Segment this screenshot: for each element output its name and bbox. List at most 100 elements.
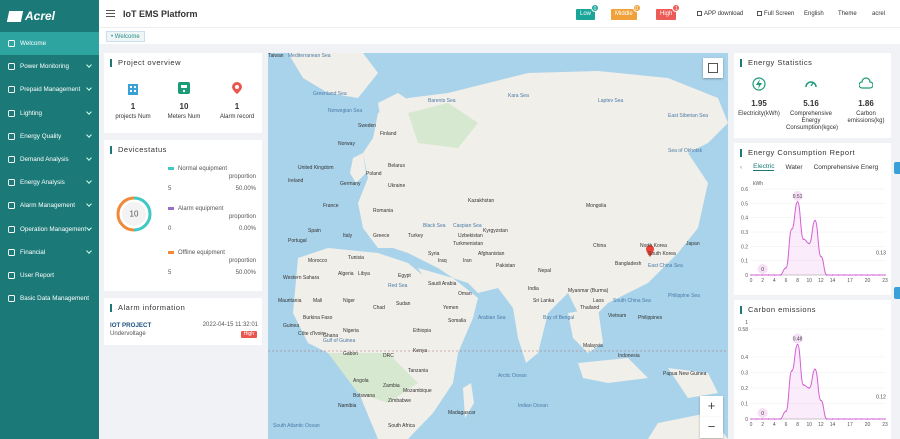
annotation-label: 0 xyxy=(761,411,764,417)
energy-report-title: Energy Consumption Report xyxy=(740,149,855,157)
map-label: South China Sea xyxy=(613,298,651,304)
wallet-icon xyxy=(7,86,15,94)
sidebar-item-prepaid-management[interactable]: Prepaid Management xyxy=(0,78,99,101)
user-menu[interactable]: acrel xyxy=(872,11,885,17)
tabs-prev-icon[interactable]: ‹ xyxy=(740,164,742,171)
tab-comprehensive[interactable]: Comprehensive Energ xyxy=(814,164,879,171)
y-tick-label: 0.2 xyxy=(741,386,748,392)
badge-low[interactable]: Low 0 xyxy=(576,4,600,20)
y-tick-label: 0.2 xyxy=(741,244,748,250)
alarm-project[interactable]: IOT PROJECT xyxy=(110,322,151,329)
theme-selector[interactable]: Theme xyxy=(838,11,857,17)
map-label: Kenya xyxy=(413,348,428,354)
device-status-label2: proportion xyxy=(228,174,256,180)
fullscreen-icon xyxy=(757,11,762,16)
device-status-ring: 10 xyxy=(116,196,152,232)
map-label: Philippine Sea xyxy=(668,293,700,299)
data-point xyxy=(761,418,764,420)
side-drawer-handle[interactable] xyxy=(894,162,900,174)
sidebar-item-alarm-management[interactable]: Alarm Management xyxy=(0,194,99,217)
tag-welcome[interactable]: • Welcome xyxy=(106,31,145,42)
es-electricity-value: 1.95 xyxy=(751,99,767,108)
map-label: Indonesia xyxy=(618,353,640,359)
sidebar-item-operation-management[interactable]: Operation Management xyxy=(0,218,99,241)
zoom-in-button[interactable]: + xyxy=(700,396,723,417)
sidebar-item-power-monitoring[interactable]: Power Monitoring xyxy=(0,55,99,78)
overview-meters: 10 Meters Num xyxy=(159,81,209,120)
map-label: Greece xyxy=(373,233,390,239)
data-point xyxy=(814,219,816,222)
building-icon xyxy=(128,84,138,95)
report-icon xyxy=(7,271,15,279)
map-label: Kyrgyzstan xyxy=(483,228,508,234)
energy-statistics-card: Energy Statistics 1.95 Electricity(kWh) … xyxy=(734,53,891,138)
map-label: Kara Sea xyxy=(508,93,529,99)
map-label: Nepal xyxy=(538,268,552,274)
map-label: Greenland Sea xyxy=(313,91,347,97)
es-carbon-value: 1.86 xyxy=(858,99,874,108)
sidebar-item-basic-data-management[interactable]: Basic Data Management xyxy=(0,287,99,310)
map-label: DRC xyxy=(383,353,394,359)
sidebar-item-user-report[interactable]: User Report xyxy=(0,264,99,287)
map-label: Poland xyxy=(366,171,382,177)
data-point xyxy=(756,274,758,276)
x-tick-label: 8 xyxy=(796,422,799,428)
world-map[interactable]: Greenland Sea Norwegian Sea Sweden Finland N… xyxy=(268,53,728,439)
data-point xyxy=(855,274,857,276)
sidebar-item-lighting[interactable]: Lighting xyxy=(0,102,99,125)
bolt-icon xyxy=(752,77,766,91)
map-label: United Kingdom xyxy=(298,165,334,171)
map-fullscreen-button[interactable] xyxy=(703,58,723,78)
finance-icon xyxy=(7,248,15,256)
sidebar-item-energy-quality[interactable]: Energy Quality xyxy=(0,125,99,148)
expand-icon xyxy=(708,63,718,73)
badge-middle[interactable]: Middle 0 xyxy=(611,4,641,20)
data-point xyxy=(831,274,834,276)
sidebar-item-financial[interactable]: Financial xyxy=(0,241,99,264)
badge-high[interactable]: High 1 xyxy=(656,4,681,20)
data-point xyxy=(820,255,822,258)
app-download-link[interactable]: APP download xyxy=(697,11,743,17)
sidebar: Acrel Welcome Power Monitoring Prepaid Man… xyxy=(0,0,99,439)
device-status-title: Devicestatus xyxy=(110,146,167,154)
language-selector[interactable]: English xyxy=(804,11,824,17)
data-point xyxy=(837,274,840,276)
map-label: Somalia xyxy=(448,318,467,324)
qr-icon xyxy=(697,11,702,16)
annotation-label: 0.12 xyxy=(876,394,886,400)
badge-low-count: 0 xyxy=(591,4,600,12)
monitor-icon xyxy=(7,63,15,71)
data-point xyxy=(872,418,875,420)
map-label: East Siberian Sea xyxy=(668,113,709,119)
badge-middle-count: 0 xyxy=(632,4,641,12)
legend-swatch xyxy=(168,167,174,170)
alarm-level-badge: High xyxy=(240,331,257,338)
sidebar-item-welcome[interactable]: Welcome xyxy=(0,32,99,56)
data-point xyxy=(831,418,834,420)
map-label: Indian Ocean xyxy=(518,403,548,409)
data-point xyxy=(761,274,764,276)
map-label: East China Sea xyxy=(648,263,683,269)
map-label: Philippines xyxy=(638,315,663,321)
map-label: Kazakhstan xyxy=(468,198,495,204)
sidebar-item-energy-analysis[interactable]: Energy Analysis xyxy=(0,171,99,194)
tab-electric[interactable]: Electric xyxy=(753,163,775,171)
tab-water[interactable]: Water xyxy=(785,164,802,171)
y-tick-label: 0 xyxy=(745,417,748,423)
logo[interactable]: Acrel xyxy=(0,0,99,32)
map-label: Sri Lanka xyxy=(533,298,555,304)
map-label: Sweden xyxy=(358,123,377,129)
data-point xyxy=(790,228,793,230)
sidebar-item-demand-analysis[interactable]: Demand Analysis xyxy=(0,148,99,171)
zoom-out-button[interactable]: − xyxy=(700,417,723,438)
es-carbon-label: Carbon emissions(kg) xyxy=(847,111,885,124)
app-root: Acrel Welcome Power Monitoring Prepaid Man… xyxy=(0,0,900,439)
data-point xyxy=(884,274,886,276)
data-point xyxy=(814,368,816,371)
map-label: Yemen xyxy=(443,305,459,311)
data-point xyxy=(866,274,869,276)
full-screen-button[interactable]: Full Screen xyxy=(757,11,794,17)
side-drawer-handle-2[interactable] xyxy=(894,287,900,299)
data-point xyxy=(779,418,781,420)
menu-toggle-icon[interactable] xyxy=(106,10,115,17)
